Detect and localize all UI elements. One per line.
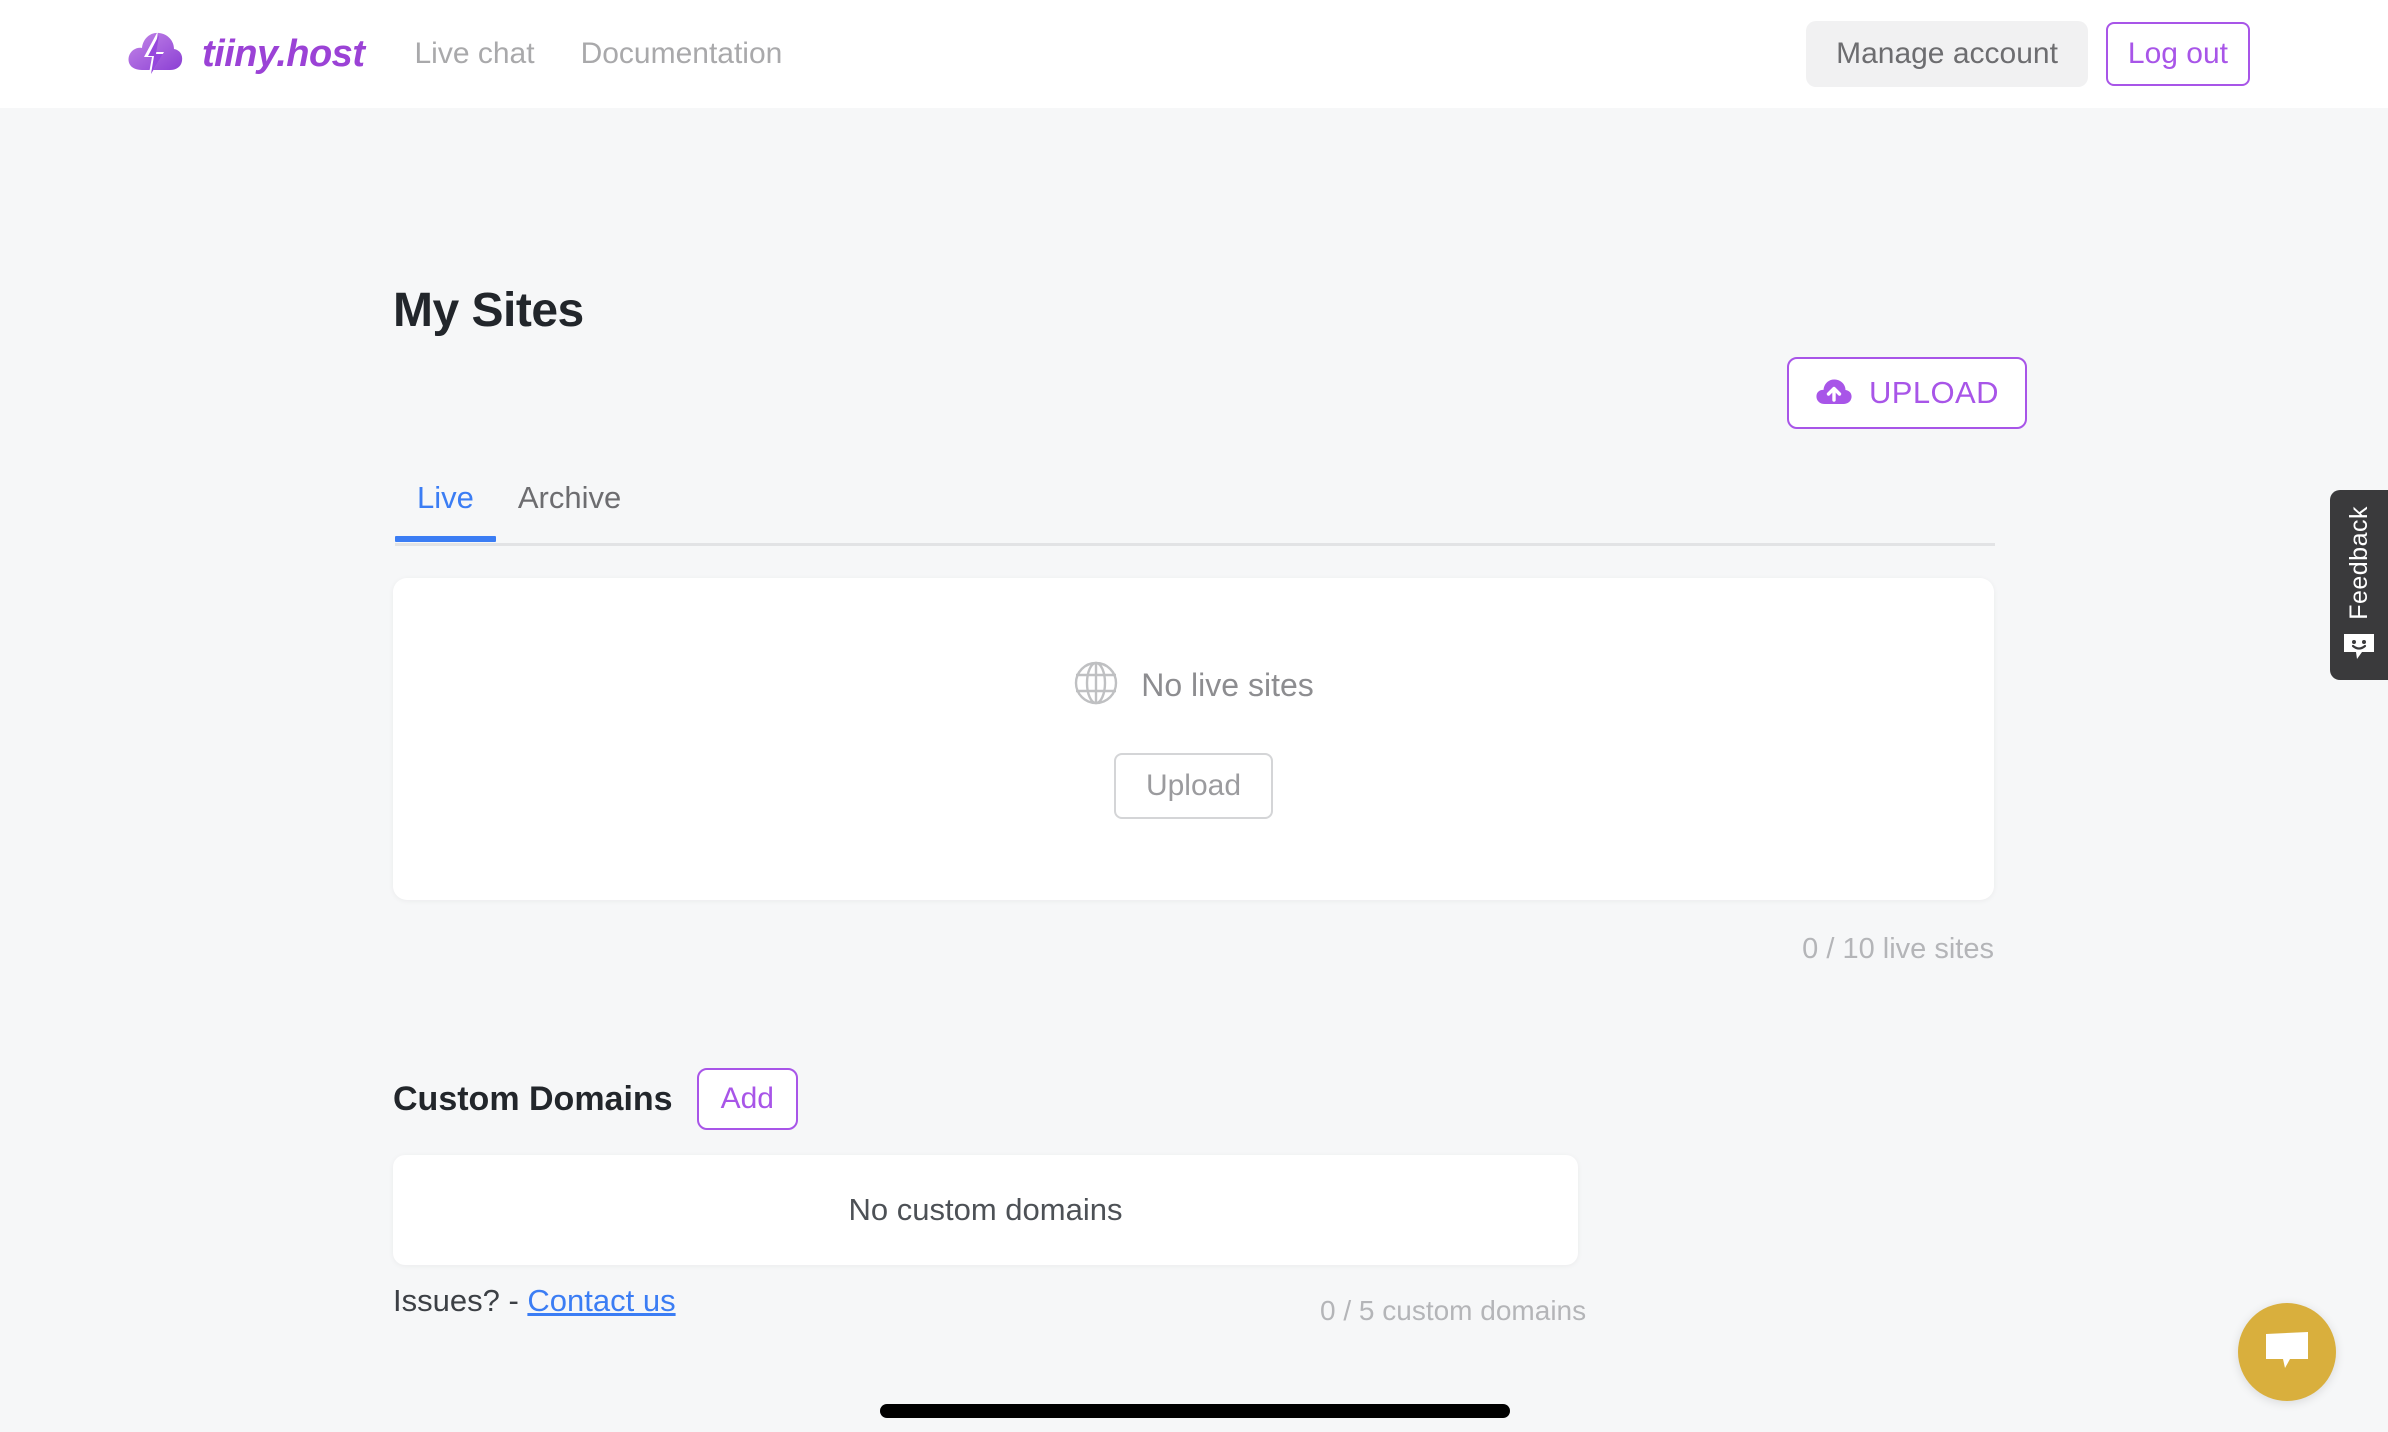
custom-domains-empty-message: No custom domains [848, 1192, 1123, 1227]
issues-footer: Issues? - Contact us [393, 1283, 676, 1319]
manage-account-button[interactable]: Manage account [1806, 21, 2088, 87]
custom-domains-card: No custom domains [393, 1155, 1578, 1265]
issues-label: Issues? - [393, 1283, 528, 1318]
app-root: tiiny.host Live chat Documentation Manag… [0, 0, 2388, 1432]
cloud-upload-icon [1815, 377, 1853, 410]
sites-empty-message: No live sites [1141, 666, 1314, 703]
smiley-chat-icon [2342, 632, 2376, 665]
tabs-divider [395, 543, 1995, 546]
main-nav: Live chat Documentation [414, 37, 782, 71]
upload-button[interactable]: UPLOAD [1787, 357, 2027, 429]
live-sites-counter: 0 / 10 live sites [1802, 933, 1994, 965]
chat-widget-button[interactable] [2238, 1303, 2336, 1401]
nav-link-documentation[interactable]: Documentation [581, 37, 783, 71]
sites-empty-state: No live sites [1073, 660, 1314, 711]
nav-link-live-chat[interactable]: Live chat [414, 37, 534, 71]
tab-archive[interactable]: Archive [496, 480, 643, 542]
brand-logo[interactable]: tiiny.host [124, 23, 365, 85]
page-title: My Sites [393, 284, 584, 337]
home-indicator [880, 1404, 1510, 1418]
logout-button[interactable]: Log out [2105, 22, 2250, 86]
cloud-lightning-icon [124, 23, 186, 85]
tab-live[interactable]: Live [395, 480, 496, 542]
custom-domains-header: Custom Domains Add [393, 1068, 798, 1130]
header-actions: Manage account Log out [1806, 21, 2250, 87]
site-header: tiiny.host Live chat Documentation Manag… [0, 0, 2388, 108]
globe-icon [1073, 660, 1119, 711]
feedback-tab[interactable]: Feedback [2330, 490, 2388, 680]
sites-tabs: Live Archive [395, 480, 643, 542]
live-sites-card: No live sites Upload [393, 578, 1994, 900]
upload-button-label: UPLOAD [1869, 375, 1999, 410]
feedback-label: Feedback [2344, 506, 2373, 620]
sites-empty-upload-button[interactable]: Upload [1113, 752, 1274, 819]
chat-bubble-icon [2264, 1330, 2310, 1375]
add-domain-button[interactable]: Add [696, 1068, 798, 1130]
custom-domains-title: Custom Domains [393, 1079, 673, 1118]
brand-name: tiiny.host [202, 32, 365, 75]
custom-domains-counter: 0 / 5 custom domains [1320, 1295, 1587, 1326]
contact-us-link[interactable]: Contact us [527, 1283, 675, 1318]
